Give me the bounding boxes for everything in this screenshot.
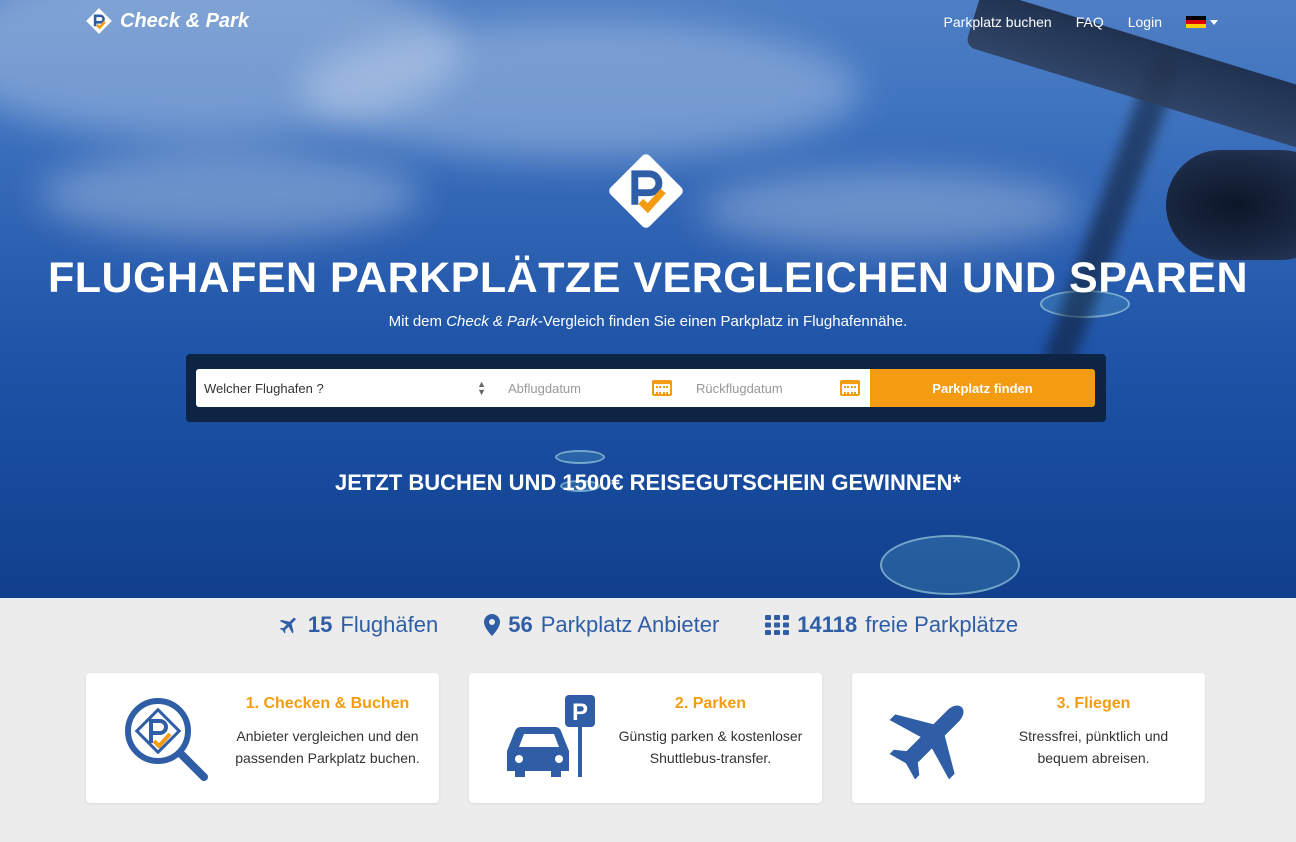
promo-banner[interactable]: JETZT BUCHEN UND 1500€ REISEGUTSCHEIN GE… bbox=[0, 470, 1296, 496]
sort-arrows-icon: ▲ ▼ bbox=[477, 379, 486, 397]
airport-select-value: Welcher Flughafen ? bbox=[204, 380, 324, 396]
steps-section: 1. Checken & Buchen Anbieter vergleichen… bbox=[86, 673, 1206, 803]
step-text: Anbieter vergleichen und den passenden P… bbox=[235, 728, 420, 766]
nav-links: Parkplatz buchen FAQ Login bbox=[944, 14, 1218, 30]
hero-subline: Mit dem Check & Park-Vergleich finden Si… bbox=[0, 313, 1296, 330]
stat-free-spots: 14118 freie Parkplätze bbox=[765, 612, 1018, 638]
return-date-placeholder: Rückflugdatum bbox=[696, 380, 783, 396]
step-card-check-book: 1. Checken & Buchen Anbieter vergleichen… bbox=[86, 673, 439, 803]
plane-icon bbox=[279, 617, 296, 634]
step-card-fly: 3. Fliegen Stressfrei, pünktlich und beq… bbox=[852, 673, 1205, 803]
subline-suffix: -Vergleich finden Sie einen Parkplatz in… bbox=[537, 313, 908, 330]
step-text: Günstig parken & kostenloser Shuttlebus-… bbox=[618, 728, 803, 766]
stat-label: Parkplatz Anbieter bbox=[540, 612, 720, 637]
stats-bar: 15 Flughäfen 56 Parkplatz Anbieter 14118… bbox=[0, 612, 1296, 638]
step-text: Stressfrei, pünktlich und bequem abreise… bbox=[1018, 728, 1169, 766]
caret-down-icon bbox=[1210, 19, 1218, 25]
airplane-icon bbox=[889, 705, 964, 780]
german-flag-icon bbox=[1186, 16, 1206, 28]
departure-date-placeholder: Abflugdatum bbox=[508, 380, 581, 396]
step-card-park: P 2. Parken Günstig parken & kostenloser… bbox=[469, 673, 822, 803]
nav-link-login[interactable]: Login bbox=[1128, 14, 1162, 30]
car-parking-icon: P bbox=[507, 695, 595, 777]
subline-prefix: Mit dem bbox=[388, 313, 447, 330]
language-dropdown[interactable] bbox=[1186, 16, 1218, 28]
step-title: 3. Fliegen bbox=[1056, 695, 1131, 712]
calendar-icon[interactable] bbox=[652, 380, 672, 396]
step-title: 2. Parken bbox=[674, 695, 747, 712]
stat-airports: 15 Flughäfen bbox=[278, 612, 438, 638]
calendar-icon[interactable] bbox=[840, 380, 860, 396]
search-logo-icon bbox=[125, 698, 208, 781]
grid-icon bbox=[765, 615, 790, 635]
subline-brand: Check & Park bbox=[446, 313, 538, 330]
brand-logo-icon bbox=[86, 8, 112, 34]
hero-headline: FLUGHAFEN PARKPLÄTZE VERGLEICHEN UND SPA… bbox=[47, 254, 1249, 302]
hero-logo-icon bbox=[609, 154, 683, 228]
return-date-input[interactable]: Rückflugdatum bbox=[682, 369, 870, 407]
map-marker-icon bbox=[484, 614, 501, 636]
nav-link-faq[interactable]: FAQ bbox=[1076, 14, 1104, 30]
stat-label: Flughäfen bbox=[340, 612, 439, 637]
stat-label: freie Parkplätze bbox=[865, 612, 1019, 637]
brand-name: Check & Park bbox=[120, 9, 249, 32]
stat-providers: 56 Parkplatz Anbieter bbox=[484, 612, 719, 638]
airport-select[interactable]: Welcher Flughafen ? ▲ ▼ bbox=[196, 369, 494, 407]
departure-date-input[interactable]: Abflugdatum bbox=[494, 369, 682, 407]
find-parking-button[interactable]: Parkplatz finden bbox=[870, 369, 1095, 407]
stat-value: 15 bbox=[307, 612, 333, 637]
stat-value: 14118 bbox=[797, 612, 858, 637]
brand-link[interactable]: Check & Park bbox=[86, 8, 249, 34]
top-navbar: Check & Park Parkplatz buchen FAQ Login bbox=[0, 0, 1296, 48]
stat-value: 56 bbox=[508, 612, 533, 637]
step-title: 1. Checken & Buchen bbox=[245, 695, 410, 712]
search-form: Welcher Flughafen ? ▲ ▼ Abflugdatum Rückf… bbox=[186, 354, 1106, 422]
svg-text:P: P bbox=[572, 699, 588, 726]
nav-link-parkplatz-buchen[interactable]: Parkplatz buchen bbox=[944, 14, 1052, 30]
